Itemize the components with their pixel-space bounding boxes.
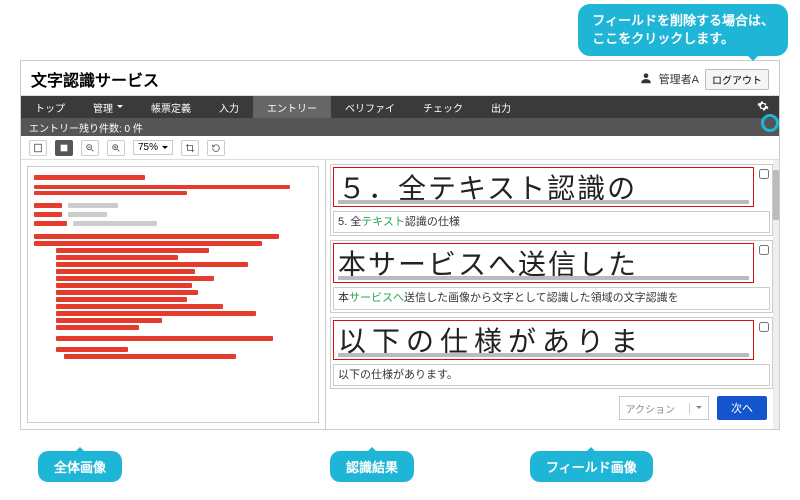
entry-item: 本サービスへ送信した 本サービスへ送信した画像から文字として認識した領域の文字認… (330, 240, 773, 312)
nav-top[interactable]: トップ (21, 96, 79, 118)
user-area: 管理者A ログアウト (639, 69, 769, 90)
recognition-result[interactable]: 5. 全テキスト認識の仕様 (333, 211, 770, 233)
user-name: 管理者A (659, 71, 699, 87)
zoom-value: 75% (138, 142, 158, 153)
callout-result: 認識結果 (330, 451, 414, 482)
nav-manage[interactable]: 管理 (79, 96, 137, 118)
chevron-down-icon (117, 105, 123, 111)
field-image[interactable]: ５．全テキスト認識の (333, 167, 754, 207)
toolbar: 75% (21, 136, 779, 160)
entry-item: 以下の仕様がありま 以下の仕様があります。 (330, 317, 773, 389)
zoom-out-button[interactable] (81, 140, 99, 156)
document-preview[interactable] (27, 166, 319, 423)
app-title: 文字認識サービス (31, 67, 159, 91)
gear-icon[interactable] (747, 100, 779, 115)
navbar: トップ 管理 帳票定義 入力 エントリー ベリファイ チェック 出力 (21, 96, 779, 118)
nav-check[interactable]: チェック (409, 96, 477, 118)
nav-output[interactable]: 出力 (477, 96, 525, 118)
remaining-count: エントリー残り件数: 0 件 (29, 120, 143, 135)
next-button[interactable]: 次へ (717, 396, 767, 420)
zoom-in-button[interactable] (107, 140, 125, 156)
field-image[interactable]: 本サービスへ送信した (333, 243, 754, 283)
callout-full-image: 全体画像 (38, 451, 122, 482)
status-subbar: エントリー残り件数: 0 件 (21, 118, 779, 136)
tool-page-outline[interactable] (29, 140, 47, 156)
nav-entry[interactable]: エントリー (253, 96, 331, 118)
field-image[interactable]: 以下の仕様がありま (333, 320, 754, 360)
entry-item: ５．全テキスト認識の 5. 全テキスト認識の仕様 (330, 164, 773, 236)
app-window: 文字認識サービス 管理者A ログアウト トップ 管理 帳票定義 入力 エントリー… (20, 60, 780, 430)
delete-checkbox[interactable] (756, 241, 772, 285)
main-split: ５．全テキスト認識の 5. 全テキスト認識の仕様 本サービスへ送信した 本サービ… (21, 160, 779, 429)
user-icon (639, 71, 653, 88)
action-dropdown[interactable]: アクション (619, 396, 710, 420)
footer-actions: アクション 次へ (330, 391, 773, 425)
delete-checkbox[interactable] (756, 165, 772, 209)
app-header: 文字認識サービス 管理者A ログアウト (21, 61, 779, 96)
delete-checkbox[interactable] (756, 318, 772, 362)
entries-pane: ５．全テキスト認識の 5. 全テキスト認識の仕様 本サービスへ送信した 本サービ… (326, 160, 779, 429)
entries-list: ５．全テキスト認識の 5. 全テキスト認識の仕様 本サービスへ送信した 本サービ… (330, 164, 773, 391)
nav-input[interactable]: 入力 (205, 96, 253, 118)
callout-delete-field: フィールドを削除する場合は、 ここをクリックします。 (578, 4, 788, 56)
zoom-select[interactable]: 75% (133, 140, 173, 155)
chevron-down-icon (696, 406, 702, 412)
nav-form-def[interactable]: 帳票定義 (137, 96, 205, 118)
tool-selection[interactable] (55, 140, 73, 156)
scrollbar-vertical[interactable] (773, 160, 779, 429)
nav-verify[interactable]: ベリファイ (331, 96, 409, 118)
highlight-delete-circle (761, 114, 779, 132)
tool-reset[interactable] (207, 140, 225, 156)
tool-crop[interactable] (181, 140, 199, 156)
callout-field-image: フィールド画像 (530, 451, 653, 482)
chevron-down-icon (162, 146, 168, 152)
full-image-pane (21, 160, 326, 429)
logout-button[interactable]: ログアウト (705, 69, 769, 90)
recognition-result[interactable]: 以下の仕様があります。 (333, 364, 770, 386)
scrollbar-thumb[interactable] (773, 170, 779, 220)
recognition-result[interactable]: 本サービスへ送信した画像から文字として認識した領域の文字認識を (333, 287, 770, 309)
